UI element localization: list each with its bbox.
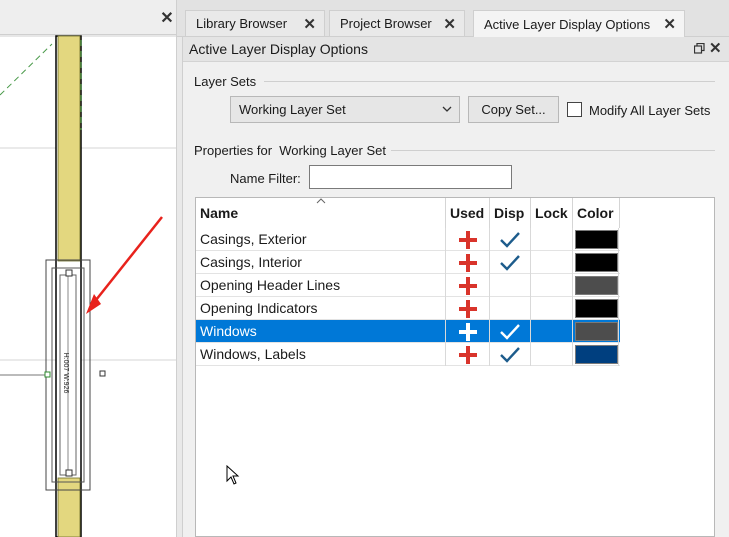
table-row[interactable]: Opening Indicators	[196, 297, 620, 320]
checkmark-icon	[500, 232, 520, 248]
drawing-view[interactable]: ✕ H:007 W:926	[0, 0, 177, 537]
color-cell[interactable]	[573, 274, 619, 297]
used-cell[interactable]	[446, 228, 490, 251]
properties-label: Properties for Working Layer Set	[194, 143, 386, 158]
active-layer-display-options-panel: Active Layer Display Options ✕ Layer Set…	[182, 37, 729, 537]
plus-icon	[459, 231, 477, 249]
color-swatch[interactable]	[575, 276, 618, 295]
tab-active-layer-display-options[interactable]: Active Layer Display Options ✕	[473, 10, 685, 37]
tab-library-browser[interactable]: Library Browser ✕	[185, 10, 325, 36]
plus-icon	[459, 254, 477, 272]
section-divider	[391, 150, 715, 151]
panel-title: Active Layer Display Options	[189, 41, 368, 57]
table-row[interactable]: Windows	[196, 320, 620, 343]
used-cell[interactable]	[446, 251, 490, 274]
layer-name[interactable]: Windows	[196, 320, 446, 343]
color-swatch[interactable]	[575, 230, 618, 249]
plus-icon	[459, 323, 477, 341]
column-header-lock[interactable]: Lock	[531, 198, 573, 228]
disp-cell[interactable]	[490, 251, 531, 274]
layer-name[interactable]: Opening Header Lines	[196, 274, 446, 297]
column-header-disp[interactable]: Disp	[490, 198, 531, 228]
plus-icon	[459, 300, 477, 318]
tab-close-icon[interactable]: ✕	[303, 15, 316, 33]
layer-table: Name Used Disp Lock Color Casings, Exter…	[195, 197, 715, 537]
lock-cell[interactable]	[531, 297, 573, 320]
layer-sets-label: Layer Sets	[194, 74, 257, 89]
table-row[interactable]: Opening Header Lines	[196, 274, 620, 297]
lock-cell[interactable]	[531, 228, 573, 251]
restore-window-icon[interactable]	[694, 43, 705, 54]
color-swatch[interactable]	[575, 299, 618, 318]
layer-set-dropdown[interactable]: Working Layer Set	[230, 96, 460, 123]
disp-cell[interactable]	[490, 343, 531, 366]
plus-icon	[459, 346, 477, 364]
color-cell[interactable]	[573, 320, 619, 343]
lock-cell[interactable]	[531, 251, 573, 274]
dashed-guide-line	[0, 43, 53, 96]
wall-fill-lower	[57, 477, 81, 537]
tab-close-icon[interactable]: ✕	[443, 15, 456, 33]
layer-name[interactable]: Casings, Exterior	[196, 228, 446, 251]
table-row[interactable]: Windows, Labels	[196, 343, 620, 366]
chevron-down-icon	[442, 106, 452, 112]
color-cell[interactable]	[573, 297, 619, 320]
table-row[interactable]: Casings, Exterior	[196, 228, 620, 251]
panel-title-bar: Active Layer Display Options ✕	[183, 37, 729, 62]
modify-all-layer-sets-label: Modify All Layer Sets	[589, 103, 711, 118]
drawing-canvas[interactable]: H:007 W:926	[0, 0, 177, 537]
column-header-used[interactable]: Used	[446, 198, 490, 228]
disp-cell[interactable]	[490, 297, 531, 320]
red-arrow-icon	[95, 216, 163, 301]
disp-cell[interactable]	[490, 320, 531, 343]
checkmark-icon	[500, 255, 520, 271]
wall-fill-upper	[57, 35, 81, 262]
table-row[interactable]: Casings, Interior	[196, 251, 620, 274]
layer-name[interactable]: Windows, Labels	[196, 343, 446, 366]
used-cell[interactable]	[446, 343, 490, 366]
color-swatch[interactable]	[575, 253, 618, 272]
section-divider	[264, 81, 715, 82]
tab-project-browser[interactable]: Project Browser ✕	[329, 10, 465, 36]
tab-label: Library Browser	[196, 16, 288, 31]
checkmark-icon	[500, 347, 520, 363]
disp-cell[interactable]	[490, 274, 531, 297]
panel-close-button[interactable]: ✕	[709, 39, 722, 57]
mouse-cursor-icon	[226, 465, 240, 485]
column-header-color[interactable]: Color	[573, 198, 620, 228]
sort-ascending-icon	[316, 198, 326, 204]
color-cell[interactable]	[573, 343, 619, 366]
lock-cell[interactable]	[531, 343, 573, 366]
plus-icon	[459, 277, 477, 295]
color-cell[interactable]	[573, 251, 619, 274]
tab-close-icon[interactable]: ✕	[663, 15, 676, 33]
tab-bar: Library Browser ✕ Project Browser ✕ Acti…	[177, 0, 729, 37]
used-cell[interactable]	[446, 297, 490, 320]
copy-set-button[interactable]: Copy Set...	[468, 96, 559, 123]
layer-name[interactable]: Casings, Interior	[196, 251, 446, 274]
name-filter-label: Name Filter:	[230, 171, 301, 186]
modify-all-layer-sets-checkbox[interactable]	[567, 102, 582, 117]
lock-cell[interactable]	[531, 274, 573, 297]
checkmark-icon	[500, 324, 520, 340]
name-filter-input[interactable]	[309, 165, 512, 189]
layer-name[interactable]: Opening Indicators	[196, 297, 446, 320]
disp-cell[interactable]	[490, 228, 531, 251]
color-swatch[interactable]	[575, 322, 618, 341]
tab-label: Project Browser	[340, 16, 432, 31]
used-cell[interactable]	[446, 320, 490, 343]
layer-set-selected: Working Layer Set	[239, 102, 346, 117]
color-cell[interactable]	[573, 228, 619, 251]
window-dimension-label: H:007 W:926	[62, 353, 69, 394]
color-swatch[interactable]	[575, 345, 618, 364]
app-window: ✕ H:007 W:926 Library Browser ✕ Project …	[0, 0, 729, 537]
tab-label: Active Layer Display Options	[484, 16, 651, 32]
lock-cell[interactable]	[531, 320, 573, 343]
used-cell[interactable]	[446, 274, 490, 297]
